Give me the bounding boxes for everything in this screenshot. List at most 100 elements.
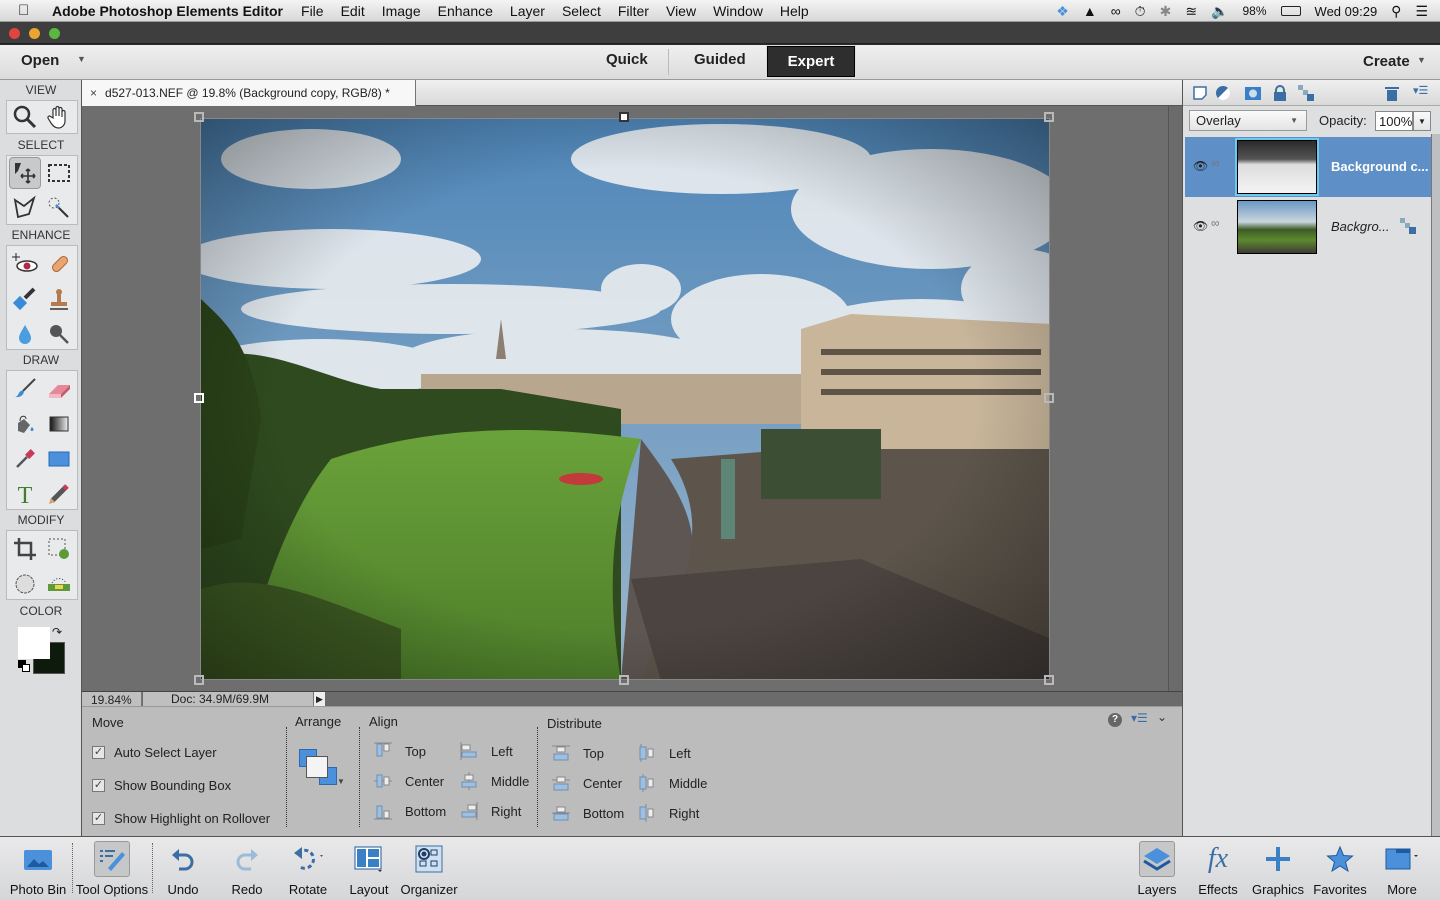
layer-name[interactable]: Background c... [1331,159,1429,174]
menu-filter[interactable]: Filter [618,3,649,19]
options-menu-icon[interactable]: ▾☰ [1131,711,1148,725]
create-dropdown-icon[interactable]: ▼ [1417,55,1426,65]
align-right-button[interactable]: Right [460,802,521,820]
distribute-right-button[interactable]: Right [638,804,699,822]
recompose-tool[interactable] [43,533,75,565]
rectangular-marquee-tool[interactable] [43,157,75,189]
clone-stamp-tool[interactable] [43,283,75,315]
move-tool[interactable] [9,157,41,189]
graphics-button[interactable]: Graphics [1250,839,1306,897]
spotlight-search-icon[interactable]: ⚲ [1391,3,1401,20]
crop-tool[interactable] [9,533,41,565]
open-button[interactable]: Open [21,52,59,69]
visibility-eye-icon[interactable]: 👁 [1193,159,1208,173]
delete-layer-icon[interactable] [1383,84,1401,102]
show-bounding-box-checkbox[interactable]: ✓ Show Bounding Box [92,778,231,793]
foreground-color-swatch[interactable] [18,627,50,659]
eyedropper-tool[interactable] [9,443,41,475]
spot-healing-brush-tool[interactable] [43,248,75,280]
blur-tool[interactable] [9,318,41,350]
menu-view[interactable]: View [666,3,696,19]
lasso-tool[interactable] [9,192,41,224]
layers-button[interactable]: Layers [1137,839,1177,897]
align-left-button[interactable]: Left [460,742,513,760]
undo-button[interactable]: Undo [160,839,206,897]
notification-center-icon[interactable]: ☰ [1415,3,1428,20]
blend-mode-dropdown[interactable]: Overlay ▼ [1189,110,1307,131]
close-tab-icon[interactable]: × [90,86,97,100]
type-tool[interactable]: T [9,478,41,510]
create-button[interactable]: Create [1363,53,1410,70]
volume-icon[interactable]: 🔈 [1211,3,1228,20]
layer-row-background-copy[interactable]: 👁 ∞ Background c... [1185,137,1431,197]
organizer-button[interactable]: Organizer [400,839,458,897]
menu-window[interactable]: Window [713,3,763,19]
collapse-options-icon[interactable]: ⌄ [1157,710,1167,724]
eraser-tool[interactable] [43,373,75,405]
show-highlight-checkbox[interactable]: ✓ Show Highlight on Rollover [92,811,270,826]
distribute-middle-button[interactable]: Middle [638,774,707,792]
more-button[interactable]: More [1380,839,1424,897]
close-window-button[interactable] [9,28,20,39]
tool-options-button[interactable]: Tool Options [74,839,150,897]
rotate-button[interactable]: Rotate [284,839,332,897]
pencil-tool[interactable] [43,478,75,510]
creative-cloud-icon[interactable]: ∞ [1111,3,1121,19]
link-icon[interactable]: ∞ [1211,156,1220,170]
transform-handle-middle-left[interactable] [194,393,204,403]
align-center-button[interactable]: Center [374,772,444,790]
layout-button[interactable]: Layout [345,839,393,897]
transform-handle-middle-right[interactable] [1044,393,1054,403]
red-eye-tool[interactable] [9,248,41,280]
status-menu-arrow-icon[interactable]: ▶ [313,692,325,707]
swap-colors-icon[interactable]: ↷ [52,625,62,639]
menu-image[interactable]: Image [382,3,421,19]
brush-tool[interactable] [9,373,41,405]
lock-transparent-icon[interactable] [1297,84,1315,102]
layer-row-background[interactable]: 👁 ∞ Backgro... [1185,197,1431,257]
new-layer-icon[interactable] [1191,84,1209,102]
menu-select[interactable]: Select [562,3,601,19]
time-machine-icon[interactable]: ⏱ [1135,3,1146,20]
document-tab[interactable]: × d527-013.NEF @ 19.8% (Background copy,… [82,80,416,106]
layer-lock-icon[interactable] [1399,217,1417,238]
photo-bin-button[interactable]: Photo Bin [8,839,68,897]
rectangle-shape-tool[interactable] [43,443,75,475]
align-bottom-button[interactable]: Bottom [374,802,446,820]
redo-button[interactable]: Redo [224,839,270,897]
dropbox-icon[interactable]: ❖ [1056,3,1069,20]
transform-handle-top-center[interactable] [619,112,629,122]
transform-handle-top-right[interactable] [1044,112,1054,122]
distribute-top-button[interactable]: Top [552,744,604,762]
google-drive-icon[interactable]: ▲ [1083,3,1097,19]
opacity-dropdown-icon[interactable]: ▼ [1413,111,1431,131]
document-image[interactable] [200,118,1050,680]
smart-brush-tool[interactable] [9,283,41,315]
quick-selection-tool[interactable] [43,192,75,224]
straighten-tool[interactable] [43,568,75,600]
apple-icon[interactable]:  [18,2,38,19]
transform-handle-bottom-right[interactable] [1044,675,1054,685]
open-dropdown-icon[interactable]: ▼ [77,54,86,64]
mode-tab-quick[interactable]: Quick [606,51,648,68]
canvas-vertical-scrollbar[interactable] [1168,106,1182,691]
transform-handle-bottom-left[interactable] [194,675,204,685]
link-icon[interactable]: ∞ [1211,216,1220,230]
sponge-tool[interactable] [43,318,75,350]
paint-bucket-tool[interactable] [9,408,41,440]
transform-handle-top-left[interactable] [194,112,204,122]
gradient-tool[interactable] [43,408,75,440]
layer-mask-icon[interactable] [1244,84,1262,102]
battery-icon[interactable] [1280,6,1301,16]
menu-help[interactable]: Help [780,3,809,19]
adjustment-layer-icon[interactable] [1215,84,1233,102]
zoom-tool[interactable] [9,101,41,133]
default-colors-icon[interactable] [18,660,30,672]
mode-tab-expert[interactable]: Expert [767,46,855,77]
zoom-window-button[interactable] [49,28,60,39]
mode-tab-guided[interactable]: Guided [694,51,746,68]
zoom-level-field[interactable]: 19.84% [82,692,142,707]
hand-tool[interactable] [43,101,75,133]
menu-enhance[interactable]: Enhance [438,3,493,19]
distribute-bottom-button[interactable]: Bottom [552,804,624,822]
